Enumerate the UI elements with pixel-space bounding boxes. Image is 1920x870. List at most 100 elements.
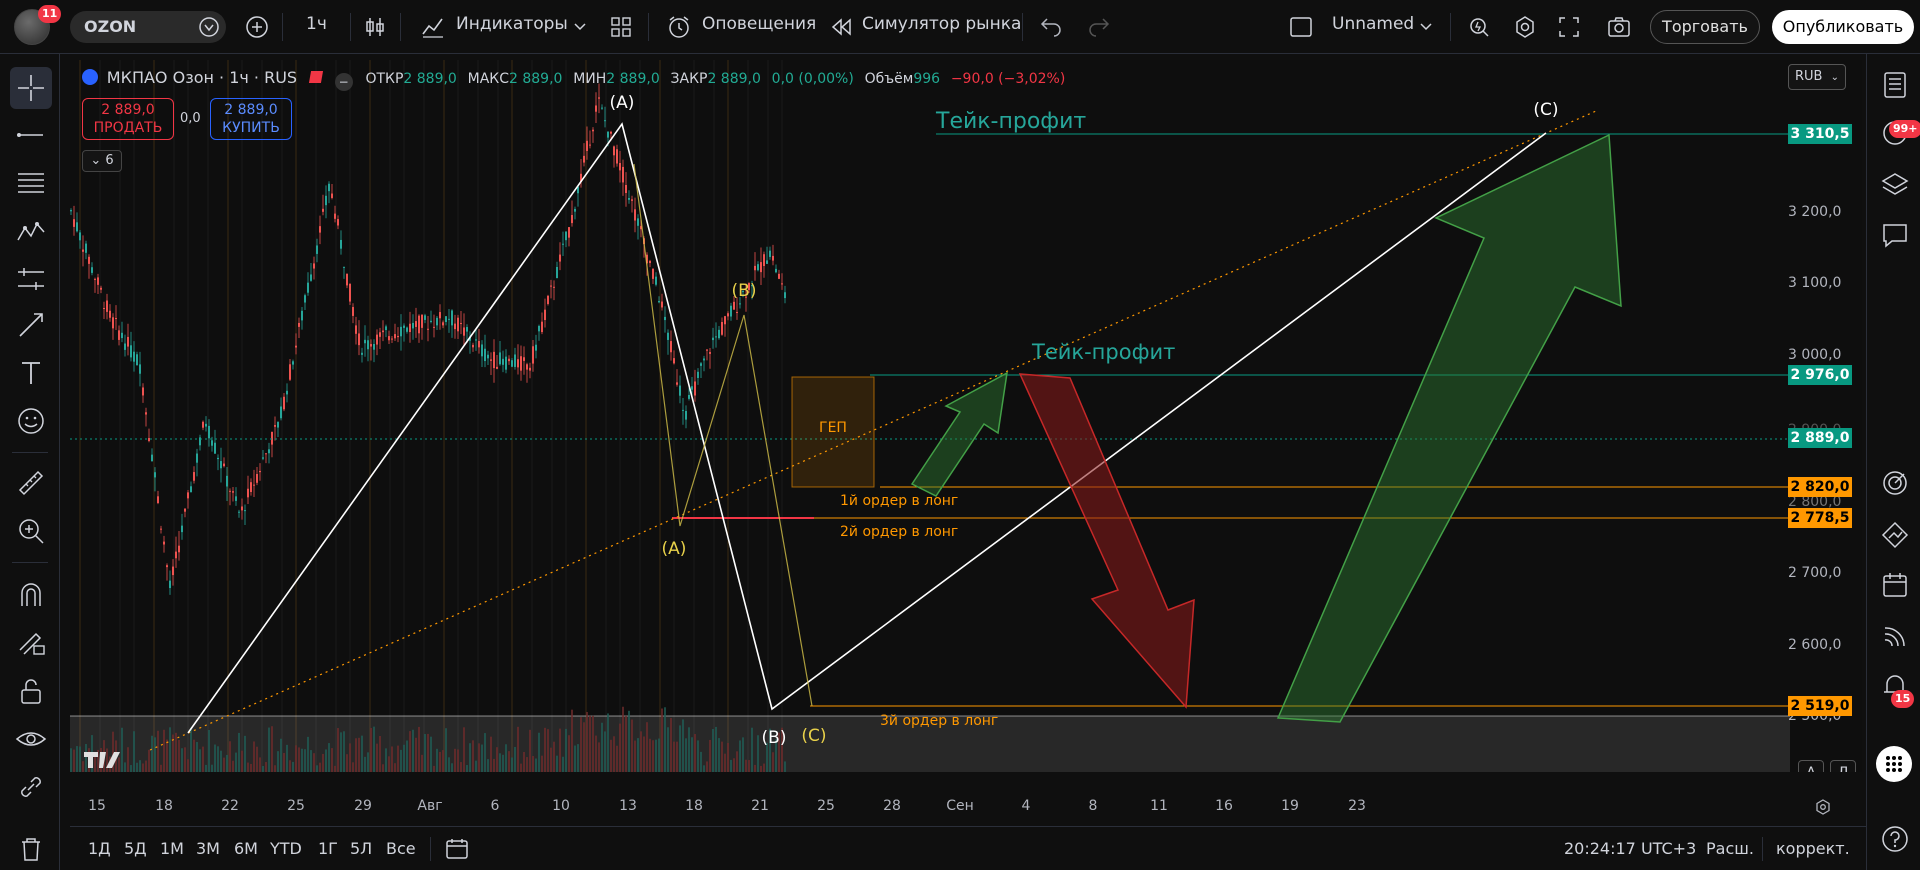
publish-button[interactable]: Опубликовать [1772,10,1914,44]
redo-icon[interactable] [1086,14,1112,40]
chevron-down-icon[interactable] [572,18,588,34]
zoom-in-icon[interactable] [14,514,48,548]
calendar-icon[interactable] [1880,570,1910,600]
volume-bar [352,762,354,772]
hide-legend-icon[interactable]: − [334,73,353,91]
buy-button[interactable]: 2 889,0 КУПИТЬ [210,98,292,140]
trash-icon[interactable] [14,832,48,866]
clock[interactable]: 20:24:17 UTC+3 [1564,839,1696,858]
add-symbol-icon[interactable] [244,14,270,40]
price-chart-canvas[interactable]: Тейк-профит Тейк-профит ГЕП 1й ордер в лонг… [70,60,1862,772]
legend-title[interactable]: МКПАО Озон · 1ч · RUS [107,68,297,87]
candle-body [664,316,666,321]
compare-icon[interactable] [198,16,220,38]
unlock-icon[interactable] [14,674,48,708]
range-5y[interactable]: 5Л [350,839,372,858]
volume-bar [508,751,510,772]
sell-button[interactable]: 2 889,0 ПРОДАТЬ [82,98,174,140]
crosshair-icon[interactable] [14,71,48,105]
volume-bar [694,734,696,772]
range-3m[interactable]: 3М [196,839,220,858]
range-5d[interactable]: 5Д [124,839,147,858]
quick-search-icon[interactable] [1466,14,1492,40]
candle-body [496,366,498,369]
fullscreen-icon[interactable] [1556,14,1582,40]
candle-body [289,364,291,380]
layout-icon[interactable] [1288,14,1314,40]
chat-icon[interactable] [1880,220,1910,250]
calendar-range-icon[interactable] [444,837,470,861]
range-1d[interactable]: 1Д [88,839,111,858]
volume-bar [316,765,318,772]
trend-line-icon[interactable] [14,118,48,152]
candle-body [652,268,654,279]
volume-bar [178,739,180,772]
time-axis-settings-icon[interactable] [1814,798,1832,816]
ruler-icon[interactable] [14,466,48,500]
alerts-button[interactable]: Оповещения [702,14,816,34]
trade-button[interactable]: Торговать [1650,10,1760,44]
layout-name[interactable]: Unnamed [1332,14,1414,34]
indicators-button[interactable]: Индикаторы [456,14,568,34]
replay-icon[interactable] [828,14,854,40]
fib-retracement-icon[interactable] [14,166,48,200]
indicators-icon[interactable] [420,14,446,40]
settings-icon[interactable] [1512,14,1538,40]
volume-bar [784,761,786,772]
range-1m[interactable]: 1М [160,839,184,858]
volume-bar [385,748,387,772]
candle-body [754,265,756,271]
range-all[interactable]: Все [386,839,416,858]
auto-scale-button[interactable]: A [1798,760,1824,772]
link-icon[interactable] [14,770,48,804]
layers-icon[interactable] [1880,170,1910,200]
volume-bar [358,737,360,772]
volume-bar [280,738,282,772]
adjustment-button[interactable]: коррект. [1776,839,1850,858]
undo-icon[interactable] [1038,14,1064,40]
candles-icon[interactable] [362,14,388,40]
candle-body [271,431,273,445]
volume-bar [715,726,717,772]
indicators-collapse-toggle[interactable]: ⌄ 6 [82,150,122,172]
brush-icon[interactable] [14,308,48,342]
log-scale-button[interactable]: Л [1830,760,1856,772]
magnet-icon[interactable] [14,578,48,612]
target-icon[interactable] [1880,468,1910,498]
layout-grid-icon[interactable] [608,14,634,40]
open-label: ОТКР [365,71,404,87]
volume-bar [151,735,153,772]
session-button[interactable]: Расш. [1706,839,1754,858]
price-tag-order-1: 2 820,0 [1788,477,1852,497]
watchlist-icon[interactable] [1880,70,1910,100]
streams-icon[interactable] [1880,620,1910,650]
alarm-clock-icon[interactable] [666,14,692,40]
candle-body [601,107,603,109]
volume-bar [148,749,150,772]
ideas-icon[interactable] [1880,520,1910,550]
camera-icon[interactable] [1606,14,1632,40]
volume-bar [481,744,483,772]
symbol-search[interactable]: OZON [70,11,226,43]
interval-button[interactable]: 1ч [306,14,327,34]
text-icon[interactable] [14,356,48,390]
range-ytd[interactable]: YTD [270,839,302,858]
price-tick: 3 000,0 [1788,347,1842,363]
chevron-down-icon[interactable] [1418,18,1434,34]
patterns-icon[interactable] [14,214,48,248]
replay-button[interactable]: Симулятор рынка [862,14,1021,34]
lock-drawing-icon[interactable] [14,626,48,660]
currency-select[interactable]: RUB ⌄ [1788,64,1846,90]
candle-body [130,345,132,358]
time-axis[interactable]: 15 18 22 25 29 Авг 6 10 13 18 21 25 28 С… [70,794,1862,820]
volume-bar [562,756,564,772]
products-menu-button[interactable] [1876,746,1912,782]
help-icon[interactable] [1880,824,1910,854]
eye-icon[interactable] [14,722,48,756]
tradingview-logo-icon[interactable] [82,750,124,770]
chart-pane[interactable]: Тейк-профит Тейк-профит ГЕП 1й ордер в лонг… [70,60,1862,772]
forecast-icon[interactable] [14,262,48,296]
range-6m[interactable]: 6М [234,839,258,858]
range-1y[interactable]: 1Г [318,839,338,858]
emoji-icon[interactable] [14,404,48,438]
